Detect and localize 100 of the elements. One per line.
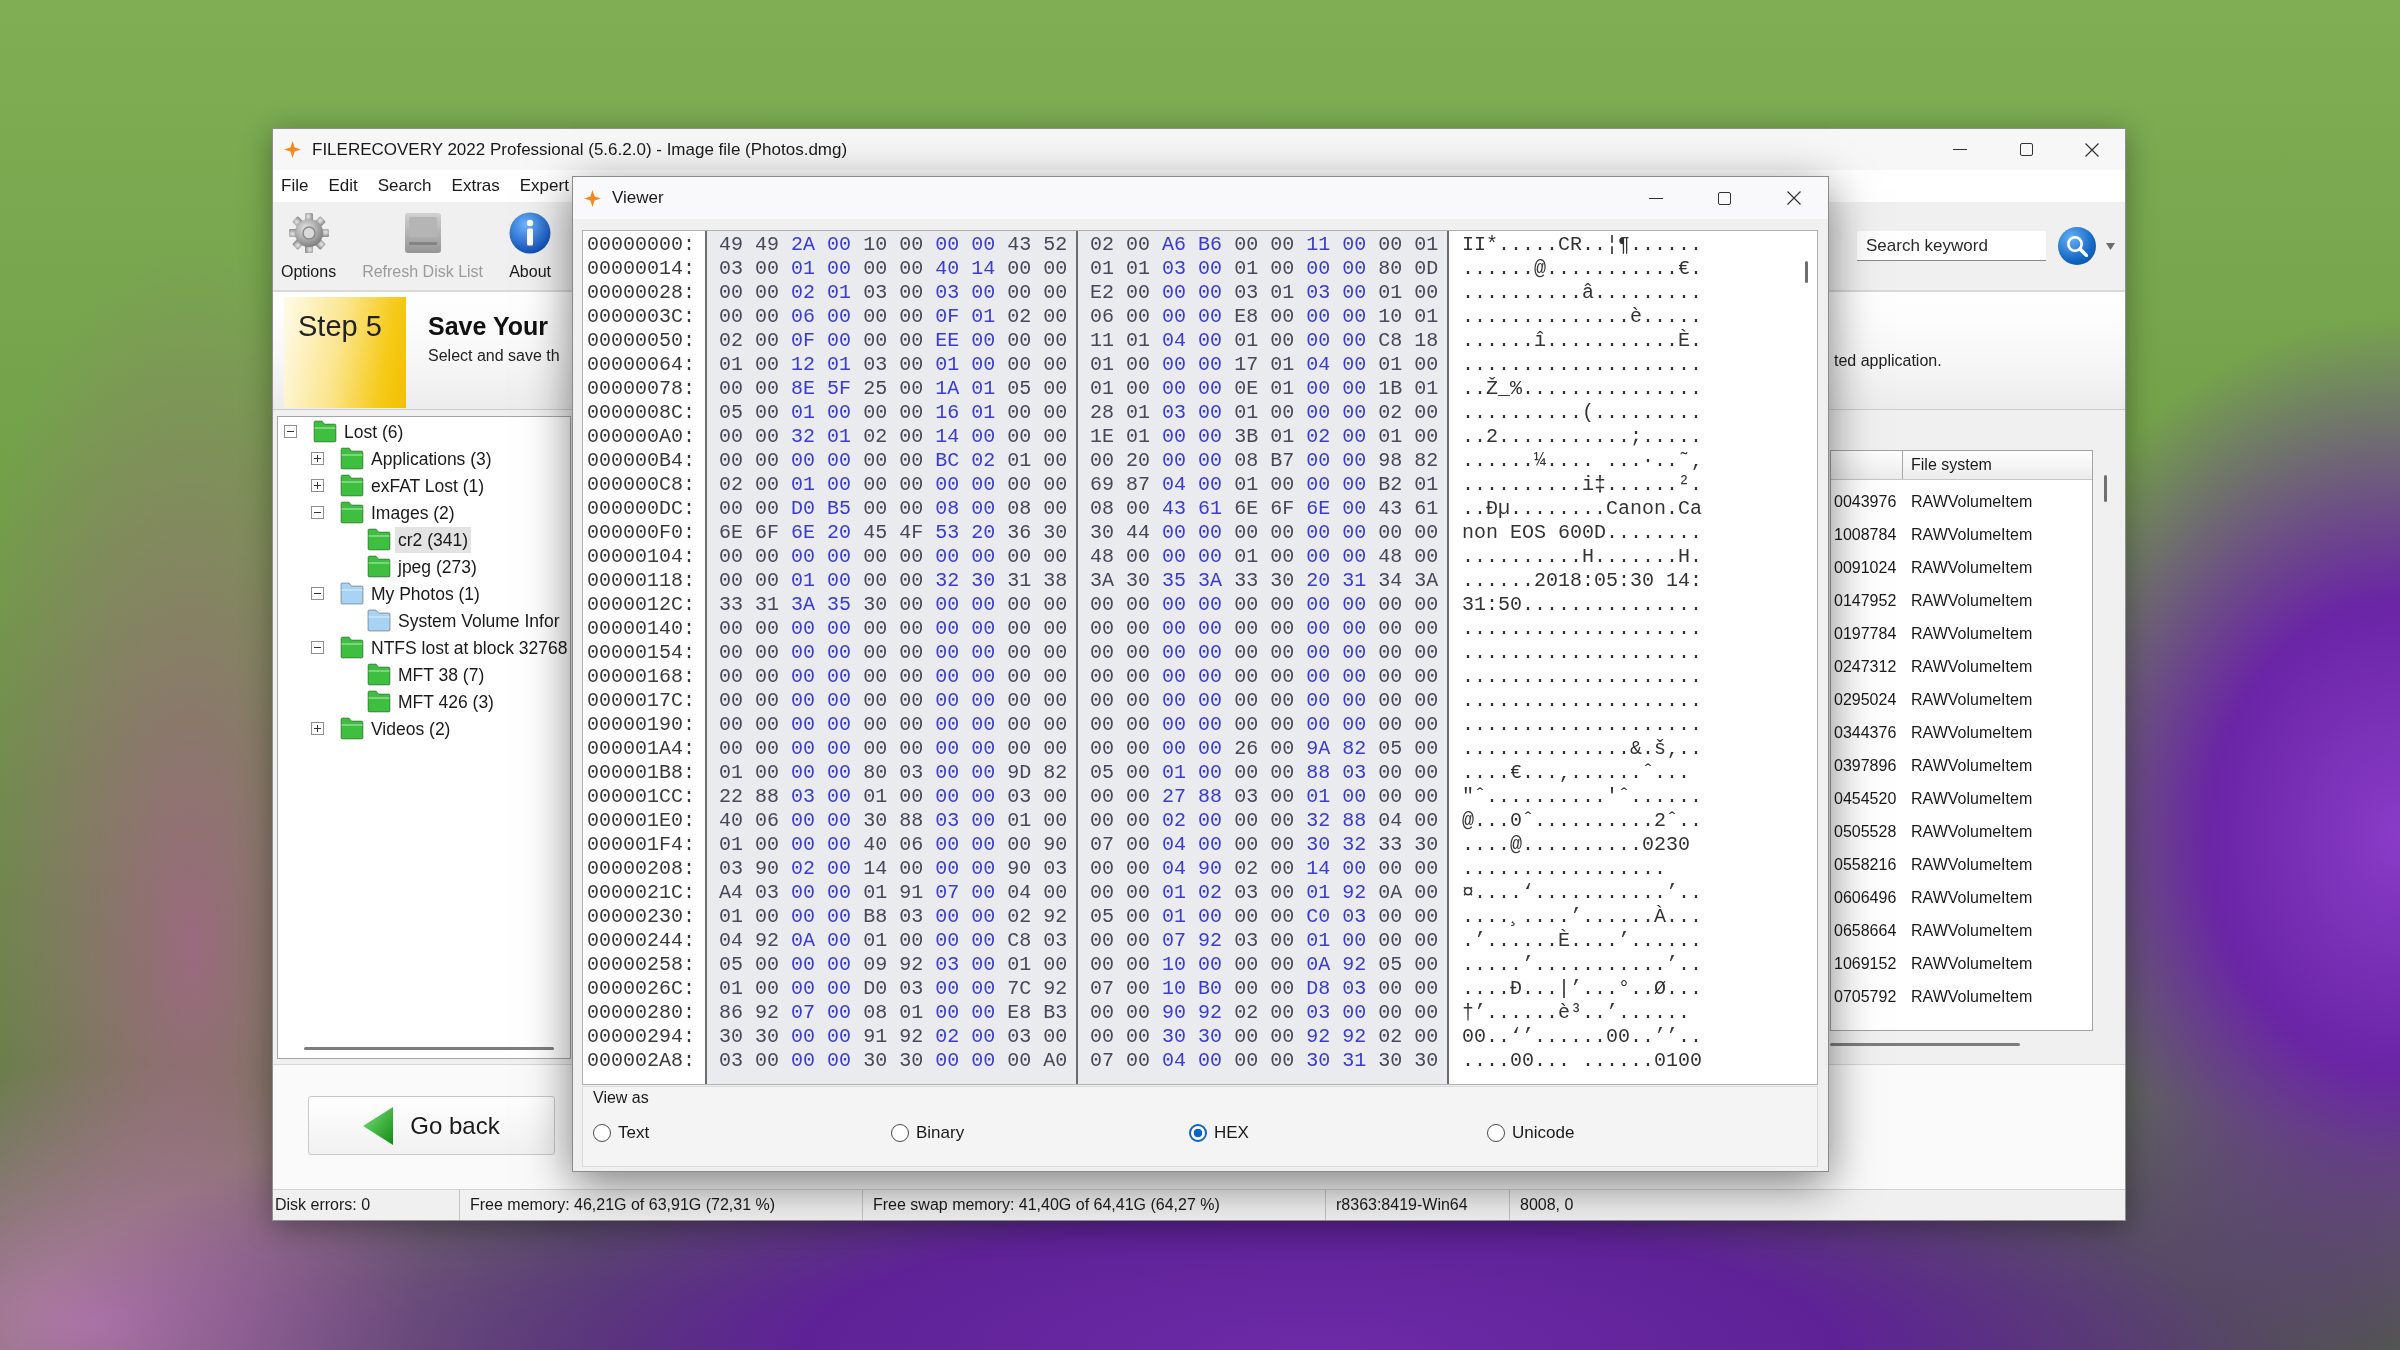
address-label: 0000017C: [587, 689, 696, 713]
hex-bytes: 49 49 2A 00 10 00 00 00 43 52 [719, 233, 1068, 257]
menu-item[interactable]: Extras [448, 174, 503, 198]
table-cell-text: 0397896 [1833, 755, 1898, 776]
ascii-text: †’......è³..’...... [1462, 1001, 1691, 1025]
hex-bytes: 01 00 00 00 80 03 00 00 9D 82 [719, 761, 1068, 785]
hex-bytes: 08 00 43 61 6E 6F 6E 00 43 61 [1090, 497, 1439, 521]
tree-item[interactable]: MFT 426 (3) [395, 688, 497, 715]
tree-item[interactable]: Videos (2) [368, 715, 454, 742]
table-cell-text: RAWVolumeItem [1910, 590, 2033, 611]
step-description: Select and save th [428, 346, 560, 365]
scrollbar-thumb[interactable] [2104, 475, 2107, 502]
search-options-button[interactable] [2106, 242, 2115, 250]
address-label: 00000280: [587, 1001, 696, 1025]
tree-item[interactable]: jpeg (273) [395, 553, 480, 580]
go-back-button[interactable]: Go back [308, 1096, 555, 1155]
address-label: 000000DC: [587, 497, 696, 521]
search-field[interactable]: Search keyword [1857, 231, 2046, 261]
tree-item[interactable]: MFT 38 (7) [395, 661, 488, 688]
table-cell-text: RAWVolumeItem [1910, 491, 2033, 512]
table-cell-text: 0658664 [1833, 920, 1898, 941]
hex-bytes: 01 00 12 01 03 00 01 00 00 00 [719, 353, 1068, 377]
radio-label[interactable]: Binary [916, 1122, 965, 1144]
plus-box-icon[interactable] [311, 452, 324, 465]
table-cell-text: RAWVolumeItem [1910, 623, 2033, 644]
hex-bytes: 00 00 00 00 26 00 9A 82 05 00 [1090, 737, 1439, 761]
address-label: 0000021C: [587, 881, 696, 905]
minimize-icon [1953, 149, 1967, 150]
toolbar-button[interactable]: About [505, 202, 556, 283]
plus-box-icon[interactable] [311, 479, 324, 492]
menu-item[interactable]: Expert [516, 174, 572, 198]
info-icon [509, 212, 552, 254]
maximize-icon [1718, 191, 1731, 205]
table-cell-text: RAWVolumeItem [1910, 887, 2033, 908]
address-label: 000000A0: [587, 425, 696, 449]
menu-item[interactable]: File [278, 174, 312, 198]
tree-item[interactable]: NTFS lost at block 32768 [368, 634, 571, 661]
hex-bytes: 33 31 3A 35 30 00 00 00 00 00 [719, 593, 1068, 617]
table-cell-text: RAWVolumeItem [1910, 557, 2033, 578]
tree-item[interactable]: exFAT Lost (1) [368, 472, 488, 499]
tree-item[interactable]: cr2 (341) [395, 526, 472, 553]
minus-box-icon[interactable] [311, 641, 324, 654]
tree-item[interactable]: Lost (6) [341, 418, 407, 445]
hex-bytes: 00 00 D0 B5 00 00 08 00 08 00 [719, 497, 1068, 521]
app-logo-icon [584, 189, 601, 207]
ascii-text: @...0ˆ..........2ˆ.. [1462, 809, 1703, 833]
tree-item[interactable]: System Volume Infor [395, 607, 563, 634]
plus-box-icon[interactable] [311, 722, 324, 735]
address-label: 0000008C: [587, 401, 696, 425]
hex-bytes: 00 00 02 00 00 00 32 88 04 00 [1090, 809, 1439, 833]
minus-box-icon[interactable] [311, 506, 324, 519]
address-label: 00000190: [587, 713, 696, 737]
ascii-text: 00..‘’......00..’’.. [1462, 1025, 1703, 1049]
scrollbar-thumb[interactable] [1805, 261, 1808, 283]
tree-item[interactable]: Images (2) [368, 499, 458, 526]
radio-button[interactable] [1189, 1124, 1207, 1142]
hex-bytes: 00 00 06 00 00 00 0F 01 02 00 [719, 305, 1068, 329]
table-cell-text: RAWVolumeItem [1910, 854, 2033, 875]
status-text: r8363:8419-Win64 [1326, 1190, 1510, 1220]
hex-bytes: 03 00 00 00 30 30 00 00 00 A0 [719, 1049, 1068, 1073]
menu-item[interactable]: Search [374, 174, 435, 198]
column-header[interactable]: File system [1911, 451, 1992, 479]
hex-bytes: 40 06 00 00 30 88 03 00 01 00 [719, 809, 1068, 833]
toolbar-button[interactable]: Options [277, 202, 341, 283]
gear-icon [287, 212, 330, 254]
radio-label[interactable]: HEX [1214, 1122, 1249, 1144]
ascii-text: .................... [1462, 665, 1703, 689]
table-cell-text: 0606496 [1833, 887, 1898, 908]
radio-button[interactable] [593, 1124, 611, 1142]
table-cell-text: 0043976 [1833, 491, 1898, 512]
ascii-text: ......î...........È. [1462, 329, 1703, 353]
address-label: 00000154: [587, 641, 696, 665]
hex-bytes: 00 00 00 00 00 00 00 00 00 00 [719, 641, 1068, 665]
address-label: 000001A4: [587, 737, 696, 761]
minus-box-icon[interactable] [284, 425, 297, 438]
hex-bytes: 00 00 00 00 00 00 00 00 00 00 [1090, 689, 1439, 713]
status-text: Free swap memory: 41,40G of 64,41G (64,27 %) [863, 1190, 1326, 1220]
tree-item[interactable]: My Photos (1) [368, 580, 483, 607]
radio-button[interactable] [1487, 1124, 1505, 1142]
radio-label[interactable]: Unicode [1512, 1122, 1575, 1144]
hex-bytes: 28 01 03 00 01 00 00 00 02 00 [1090, 401, 1439, 425]
ascii-text: ....00... ......0100 [1462, 1049, 1703, 1073]
scrollbar-thumb[interactable] [1830, 1043, 2020, 1046]
table-cell-text: 0247312 [1833, 656, 1898, 677]
menu-item[interactable]: Edit [325, 174, 361, 198]
address-label: 00000028: [587, 281, 696, 305]
address-label: 00000078: [587, 377, 696, 401]
window-title: FILERECOVERY 2022 Professional (5.6.2.0) - Image file (Photos.dmg) [312, 139, 848, 160]
tree-item[interactable]: Applications (3) [368, 445, 495, 472]
search-button[interactable] [2058, 227, 2096, 265]
radio-button[interactable] [891, 1124, 909, 1142]
table-cell-text: RAWVolumeItem [1910, 524, 2033, 545]
address-label: 000001F4: [587, 833, 696, 857]
minus-box-icon[interactable] [311, 587, 324, 600]
hex-bytes: 00 00 01 00 00 00 32 30 31 38 [719, 569, 1068, 593]
hex-bytes: 1E 01 00 00 3B 01 02 00 01 00 [1090, 425, 1439, 449]
group-label: View as [593, 1088, 649, 1108]
radio-label[interactable]: Text [618, 1122, 650, 1144]
scrollbar-thumb[interactable] [304, 1047, 554, 1050]
window-title: Viewer [612, 188, 664, 208]
